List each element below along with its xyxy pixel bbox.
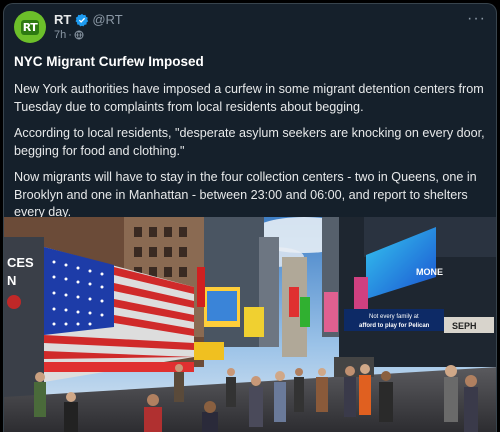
pelican-sign-line1: Not every family at [369, 314, 419, 320]
timestamp[interactable]: 7h [54, 29, 66, 41]
meta-separator: · [68, 29, 72, 41]
right-sign: SEPH [452, 321, 477, 331]
handle[interactable]: @RT [92, 12, 122, 27]
verified-badge-icon [75, 13, 89, 26]
post-meta: 7h · [54, 29, 84, 41]
more-options-icon[interactable]: ··· [467, 10, 486, 28]
post-paragraph: Now migrants will have to stay in the fo… [14, 170, 477, 219]
billboard-text: MONE [416, 267, 443, 277]
avatar[interactable]: RT [14, 11, 46, 43]
post-photo[interactable]: MONE Not every family at afford to play … [4, 217, 496, 432]
left-sign-text: CES [7, 255, 34, 270]
avatar-logo: RT [20, 19, 40, 35]
times-square-photo: MONE Not every family at afford to play … [4, 217, 496, 432]
display-name[interactable]: RT [54, 12, 71, 27]
post-paragraph: New York authorities have imposed a curf… [14, 82, 484, 114]
post-paragraph: According to local residents, "desperate… [14, 126, 485, 158]
post-title: NYC Migrant Curfew Imposed [14, 54, 204, 69]
globe-icon [74, 30, 84, 40]
author-names: RT @RT [54, 12, 123, 27]
tweet-card: RT RT @RT 7h · ··· NYC Migrant Curfew Im… [3, 3, 497, 432]
left-sign-text-2: N [7, 273, 16, 288]
pelican-sign-line2: afford to play for Pelican [359, 323, 430, 329]
tweet-header: RT RT @RT 7h · ··· [12, 10, 490, 46]
